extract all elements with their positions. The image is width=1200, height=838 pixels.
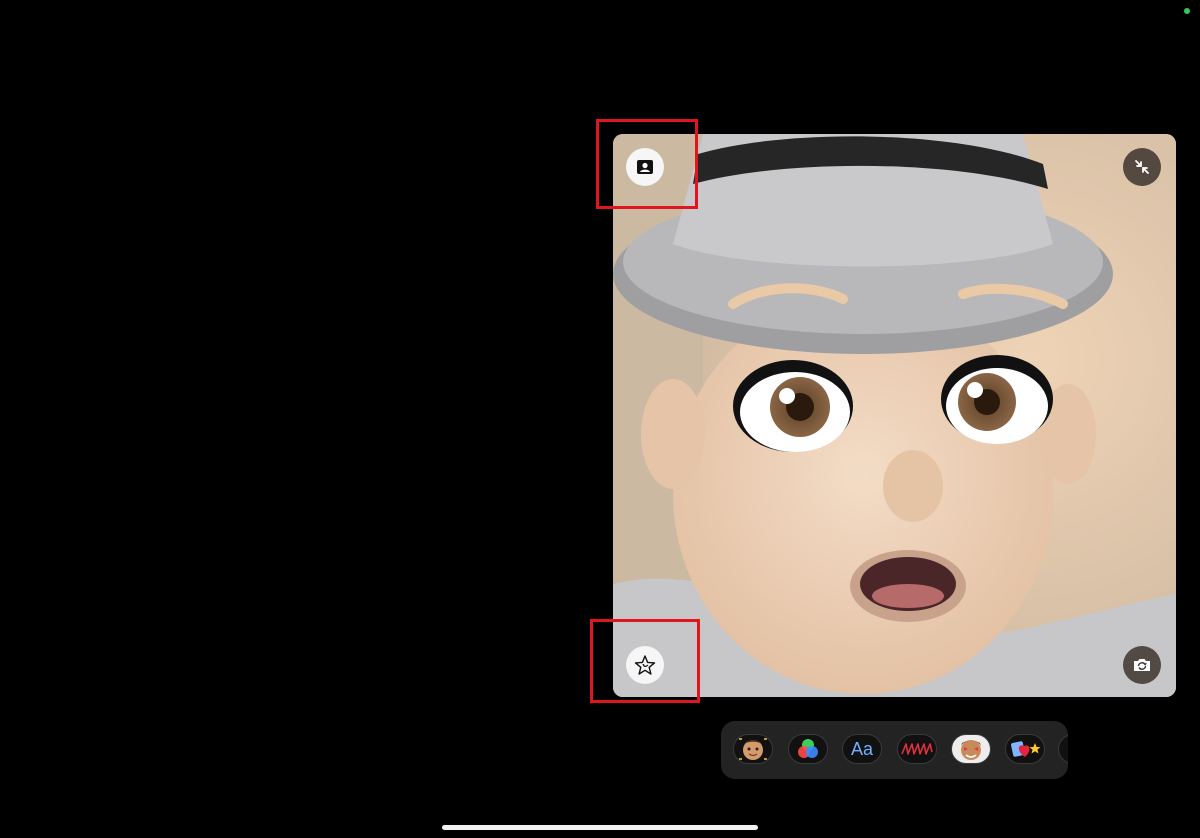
memoji-camera-scene [613,134,1176,697]
minimize-arrows-icon [1135,160,1149,174]
effects-star-icon [634,655,656,675]
memoji-face-icon [739,738,767,760]
status-indicator-dot [1184,8,1190,14]
color-circles-icon [798,739,818,758]
person-portrait-icon [637,160,653,174]
flip-camera-icon [1134,659,1150,671]
effects-button[interactable] [626,646,664,684]
scribble-icon [901,743,933,755]
effect-text[interactable]: Aa [842,734,882,764]
effect-memoji-stickers[interactable] [951,734,991,764]
effect-memoji[interactable] [733,734,773,764]
camera-preview-tile [613,134,1176,697]
effect-filters[interactable] [788,734,828,764]
memoji-sticker-icon [961,740,981,760]
minimize-button[interactable] [1123,148,1161,186]
effect-shapes[interactable] [897,734,937,764]
portrait-mode-button[interactable] [626,148,664,186]
home-indicator[interactable] [442,825,758,830]
heart-star-icon [1011,741,1041,757]
effect-more[interactable] [1058,734,1068,764]
effects-tray: Aa [721,721,1068,779]
flip-camera-button[interactable] [1123,646,1161,684]
text-effect-label: Aa [850,738,874,759]
effect-emoji-stickers[interactable] [1005,734,1045,764]
